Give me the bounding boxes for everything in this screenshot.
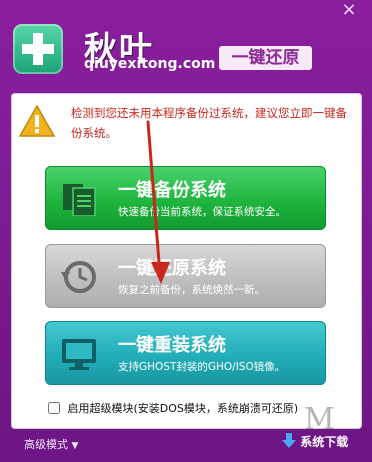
restore-clock-icon [61, 261, 96, 293]
restore-desc: 恢复之前备份，系统焕然一新。 [118, 284, 265, 296]
system-download-label: 系统下载 [300, 435, 349, 449]
document-copy-icon [63, 184, 96, 216]
restore-system-button[interactable]: 一键还原系统 恢复之前备份，系统焕然一新。 [45, 244, 326, 308]
warning-message: 检测到您还未用本程序备份过系统，建议您立即一键备份系统。 [71, 106, 347, 140]
super-module-label: 启用超级模块(安装DOS模块，系统崩溃可还原) [67, 402, 299, 415]
download-arrow-icon [282, 433, 296, 448]
advanced-mode-label: 高级模式 [24, 438, 68, 451]
backup-desc: 快速备份当前系统，保证系统安全。 [118, 206, 286, 218]
monitor-icon [62, 339, 96, 370]
advanced-mode-dropdown[interactable]: 高级模式 ▼ [24, 436, 78, 452]
app-logo [13, 24, 63, 74]
cross-logo-icon [22, 33, 54, 65]
super-module-checkbox[interactable] [48, 402, 60, 414]
caret-down-icon: ▼ [71, 441, 79, 451]
app-window: × 秋叶 qiuyexitong.com 一键还原 检测到您还未用本程序备份过系… [0, 0, 372, 462]
system-download-button[interactable]: 系统下载 [282, 433, 356, 455]
restore-title: 一键还原系统 [118, 258, 226, 279]
reinstall-desc: 支持GHOST封装的GHO/ISO镜像。 [118, 361, 286, 373]
backup-system-button[interactable]: 一键备份系统 快速备份当前系统，保证系统安全。 [45, 166, 326, 230]
close-button[interactable]: × [334, 0, 364, 20]
super-module-option[interactable]: 启用超级模块(安装DOS模块，系统崩溃可还原) [48, 400, 298, 416]
warning-icon [18, 104, 56, 137]
slogan-badge: 一键还原 [219, 46, 312, 70]
reinstall-title: 一键重装系统 [118, 335, 226, 356]
backup-title: 一键备份系统 [118, 180, 226, 201]
reinstall-system-button[interactable]: 一键重装系统 支持GHOST封装的GHO/ISO镜像。 [45, 321, 326, 385]
brand-domain: qiuyexitong.com [84, 56, 216, 72]
